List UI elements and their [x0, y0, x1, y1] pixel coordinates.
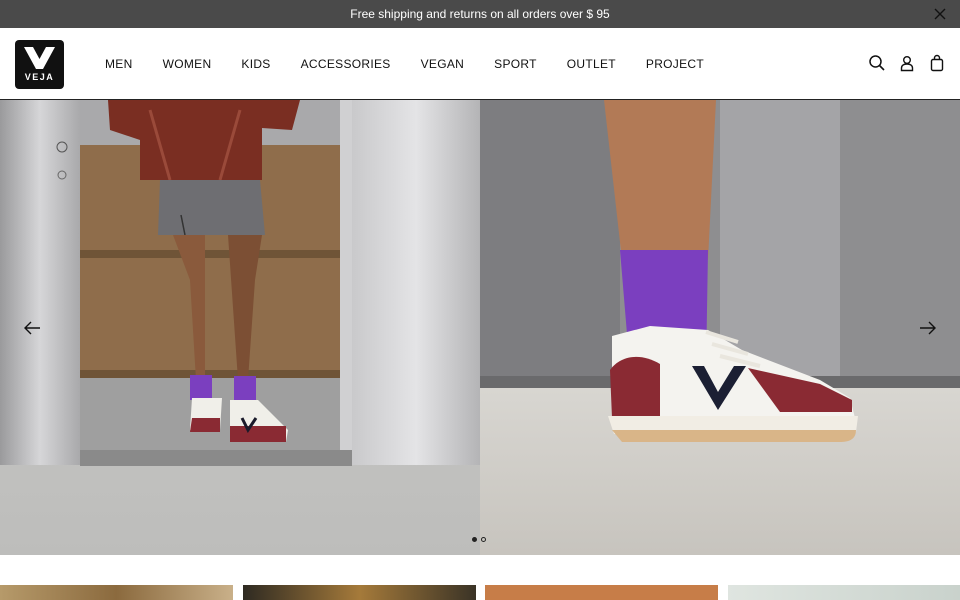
hero-slider — [0, 100, 960, 555]
slider-dot-2[interactable] — [481, 537, 486, 542]
category-tile-3[interactable] — [485, 585, 718, 600]
category-tile-4[interactable] — [728, 585, 960, 600]
arrow-left-icon[interactable] — [22, 318, 42, 338]
site-header: VEJA MEN WOMEN KIDS ACCESSORIES VEGAN SP… — [0, 28, 960, 100]
category-tile-1[interactable] — [0, 585, 233, 600]
veja-logo[interactable]: VEJA — [15, 40, 64, 89]
slider-dots — [472, 537, 490, 542]
close-icon[interactable] — [932, 6, 948, 22]
nav-item-sport[interactable]: SPORT — [494, 57, 537, 71]
header-tools — [856, 54, 946, 72]
nav-item-kids[interactable]: KIDS — [241, 57, 270, 71]
announcement-text: Free shipping and returns on all orders … — [350, 7, 610, 21]
nav-item-outlet[interactable]: OUTLET — [567, 57, 616, 71]
nav-item-accessories[interactable]: ACCESSORIES — [301, 57, 391, 71]
search-icon[interactable] — [868, 54, 886, 72]
nav-item-project[interactable]: PROJECT — [646, 57, 704, 71]
arrow-right-icon[interactable] — [918, 318, 938, 338]
bag-icon[interactable] — [928, 54, 946, 72]
veja-v-mark — [24, 47, 55, 69]
main-nav: MEN WOMEN KIDS ACCESSORIES VEGAN SPORT O… — [105, 28, 734, 100]
logo-wordmark: VEJA — [24, 72, 55, 82]
nav-item-vegan[interactable]: VEGAN — [421, 57, 465, 71]
slider-dot-1[interactable] — [472, 537, 477, 542]
category-tile-2[interactable] — [243, 585, 476, 600]
hero-image-sneaker — [480, 100, 960, 555]
announcement-bar: Free shipping and returns on all orders … — [0, 0, 960, 28]
category-tiles — [0, 585, 960, 600]
hero-image-elevator — [0, 100, 480, 555]
account-icon[interactable] — [898, 54, 916, 72]
nav-item-women[interactable]: WOMEN — [163, 57, 212, 71]
nav-item-men[interactable]: MEN — [105, 57, 133, 71]
